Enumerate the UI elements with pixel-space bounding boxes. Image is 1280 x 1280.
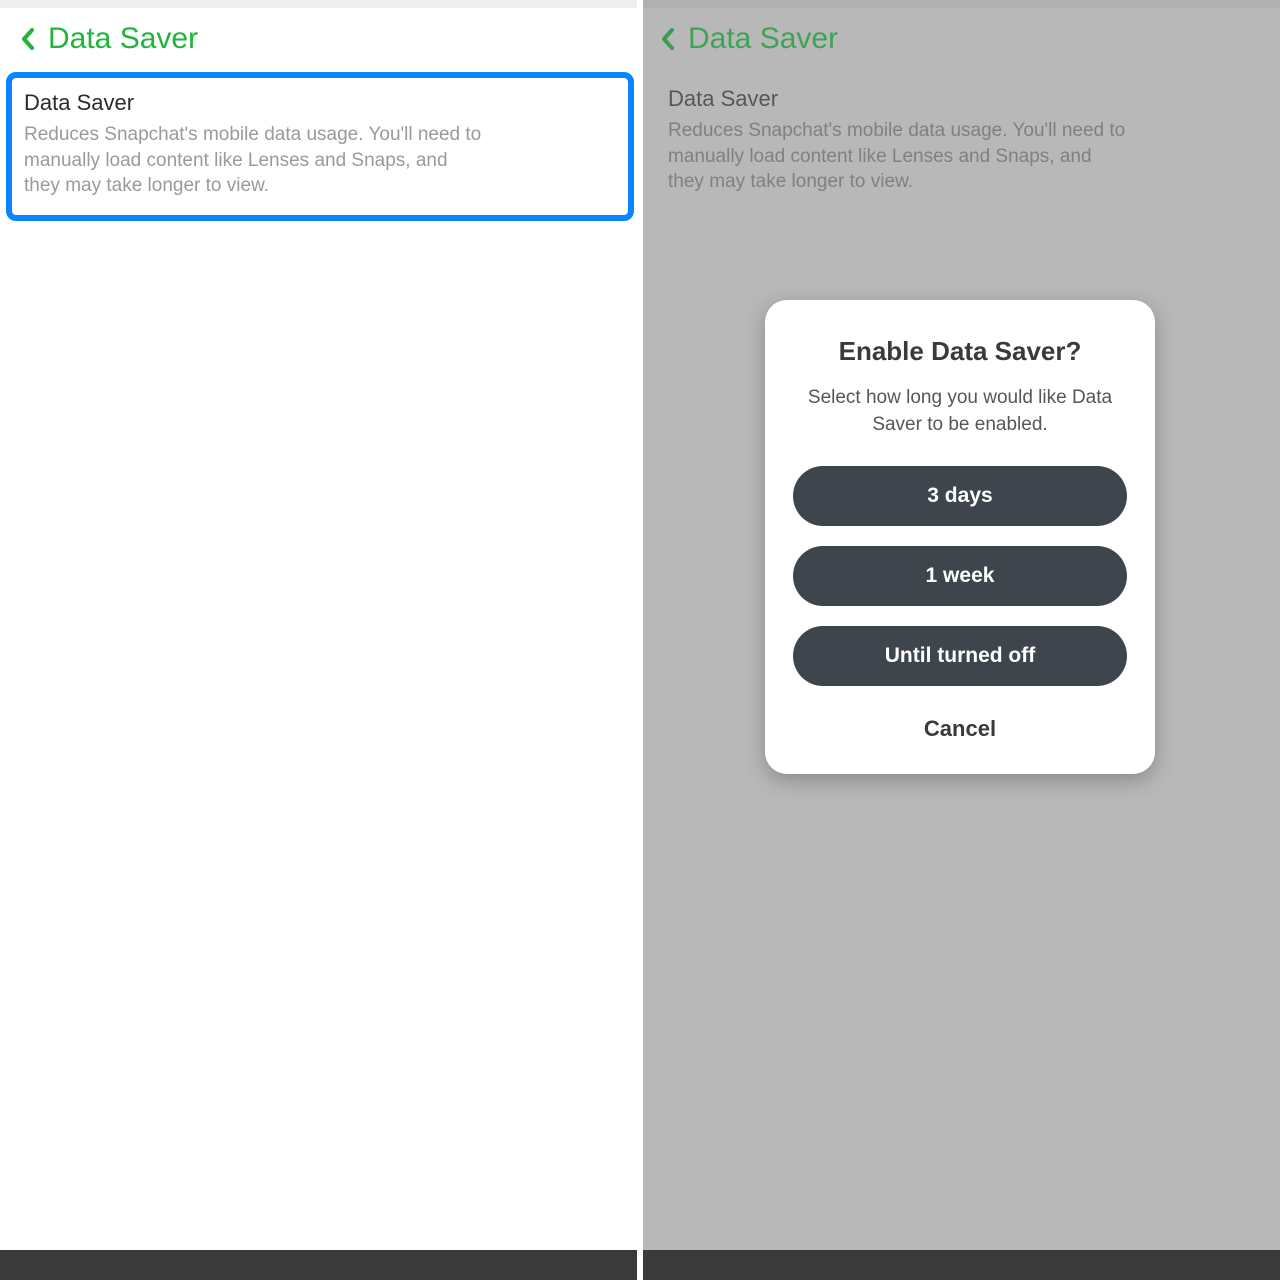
header-bar: Data Saver [0, 8, 640, 72]
pane-divider [637, 0, 643, 1280]
option-3-days-button[interactable]: 3 days [793, 466, 1127, 526]
right-screenshot: Data Saver Data Saver Reduces Snapchat's… [640, 0, 1280, 1280]
data-saver-setting-row[interactable]: Data Saver Reduces Snapchat's mobile dat… [6, 72, 634, 221]
dialog-title: Enable Data Saver? [793, 336, 1127, 367]
setting-description: Reduces Snapchat's mobile data usage. Yo… [24, 122, 484, 199]
page-title: Data Saver [48, 22, 198, 56]
cancel-button[interactable]: Cancel [793, 706, 1127, 748]
option-until-off-button[interactable]: Until turned off [793, 626, 1127, 686]
modal-overlay: Enable Data Saver? Select how long you w… [640, 0, 1280, 1280]
left-screenshot: Data Saver Data Saver Reduces Snapchat's… [0, 0, 640, 1280]
option-1-week-button[interactable]: 1 week [793, 546, 1127, 606]
back-button[interactable] [18, 25, 38, 53]
chevron-left-icon [21, 28, 35, 50]
status-bar-strip [0, 0, 640, 8]
bottom-nav-bar [0, 1250, 640, 1280]
bottom-nav-bar [640, 1250, 1280, 1280]
setting-title: Data Saver [24, 90, 616, 116]
enable-data-saver-dialog: Enable Data Saver? Select how long you w… [765, 300, 1155, 774]
dialog-subtitle: Select how long you would like Data Save… [801, 385, 1119, 438]
